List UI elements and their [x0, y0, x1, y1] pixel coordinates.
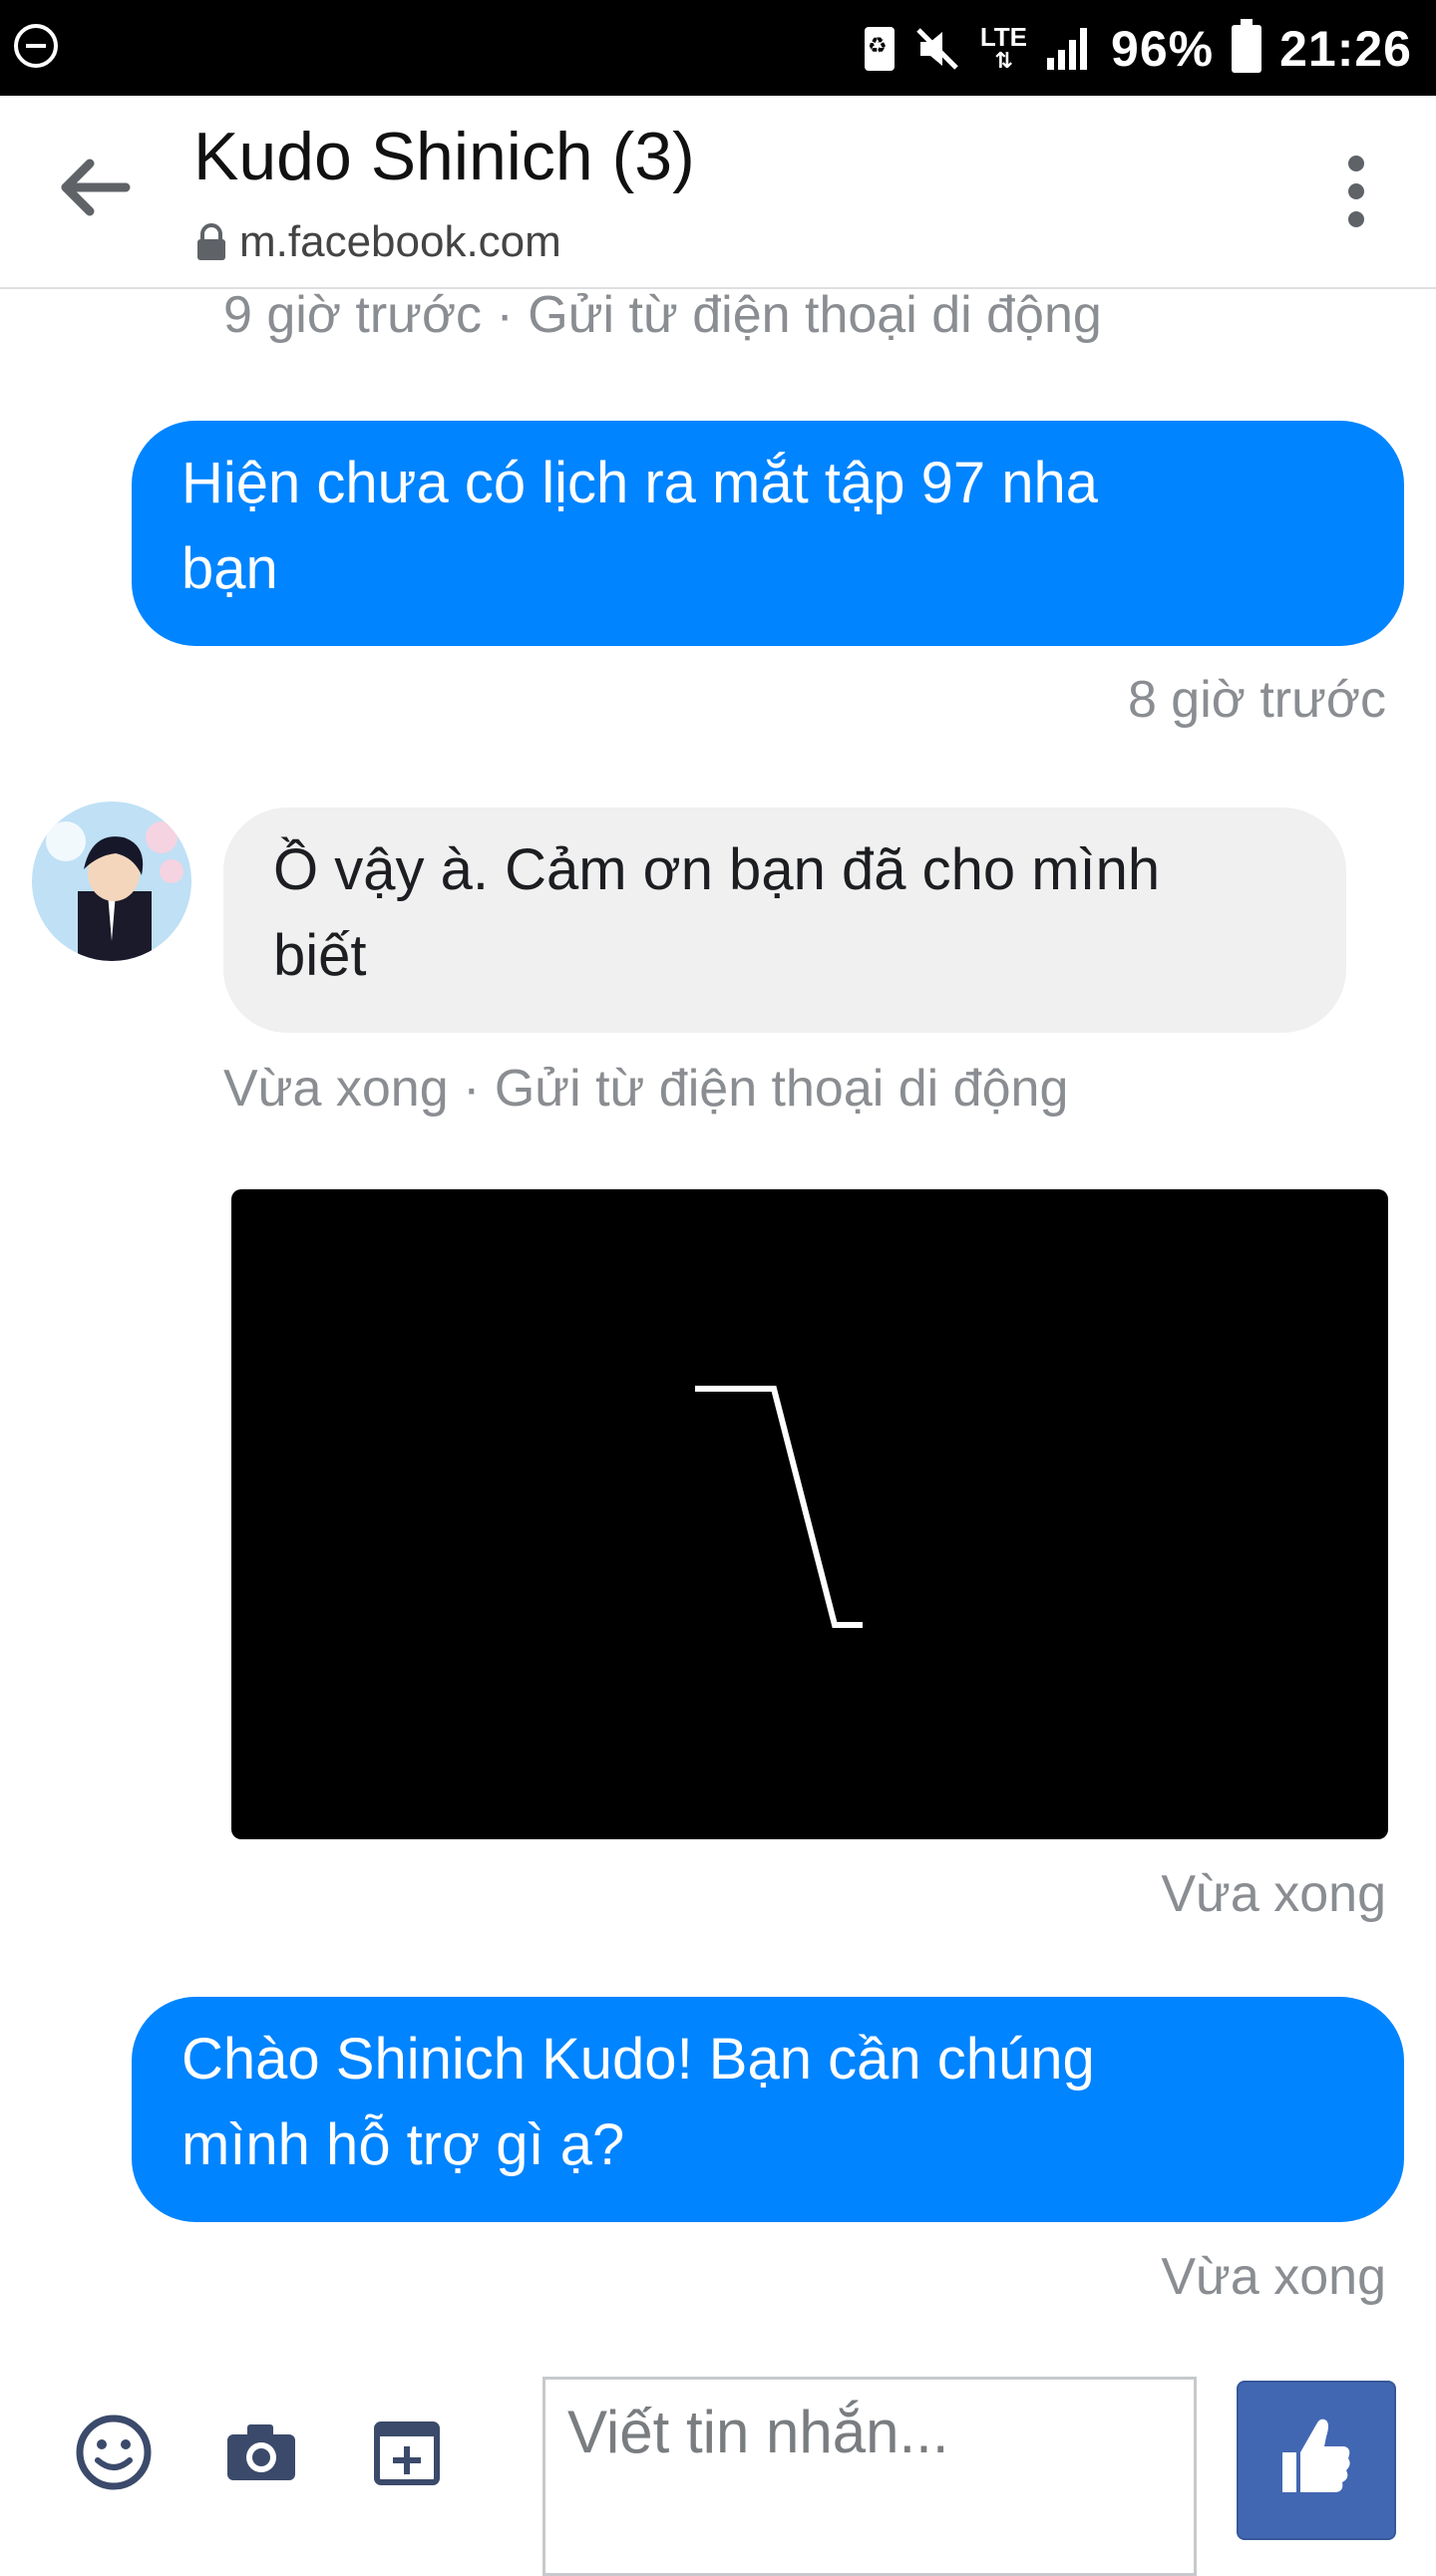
battery-saver-icon [864, 27, 895, 71]
do-not-disturb-icon [14, 24, 58, 68]
back-button[interactable] [56, 148, 136, 227]
chat-header: Kudo Shinich (3) m.facebook.com [0, 96, 1436, 289]
message-text-line: bạn [181, 536, 278, 601]
clock: 21:26 [1279, 21, 1412, 77]
dot-icon [1348, 156, 1364, 171]
media-attachment[interactable] [231, 1189, 1388, 1839]
message-time: 8 giờ trước [1127, 671, 1386, 729]
mute-icon [916, 28, 958, 70]
thumbs-up-icon [1282, 2418, 1350, 2492]
arrow-left-icon [61, 159, 131, 216]
url-text: m.facebook.com [239, 217, 561, 266]
outgoing-message[interactable]: Hiện chưa có lịch ra mắt tập 97 nha bạn [132, 421, 1404, 646]
lock-icon [197, 223, 225, 260]
battery-icon [1232, 19, 1262, 73]
emoji-button[interactable] [74, 2413, 154, 2492]
message-text-line: Hiện chưa có lịch ra mắt tập 97 nha [181, 451, 1098, 515]
avatar-image [32, 802, 191, 961]
message-text-line: biết [273, 923, 367, 988]
dot-icon [1348, 211, 1364, 227]
incoming-message[interactable]: Ồ vậy à. Cảm ơn bạn đã cho mình biết [223, 807, 1346, 1033]
message-time: Vừa xong [1161, 2248, 1386, 2306]
signal-icon [1047, 28, 1088, 70]
attachment-button[interactable] [367, 2413, 447, 2492]
message-meta: Vừa xong · Gửi từ điện thoại di động [223, 1060, 1069, 1118]
message-text-line: Chào Shinich Kudo! Bạn cần chúng [181, 2027, 1095, 2092]
dot-icon [1348, 183, 1364, 199]
url-bar: m.facebook.com [195, 217, 561, 267]
message-text-line: mình hỗ trợ gì ạ? [181, 2112, 625, 2177]
smiley-icon [76, 2415, 152, 2490]
message-meta: 9 giờ trước · Gửi từ điện thoại di động [223, 286, 1102, 344]
message-text-line: Ồ vậy à. Cảm ơn bạn đã cho mình [273, 837, 1161, 902]
status-icons: LTE ⇅ 96% 21:26 [864, 14, 1412, 84]
page-title: Kudo Shinich (3) [193, 119, 695, 194]
more-options-button[interactable] [1336, 156, 1376, 235]
battery-percent: 96% [1111, 21, 1215, 77]
lte-indicator: LTE ⇅ [979, 22, 1028, 73]
message-time: Vừa xong [1161, 1865, 1386, 1923]
loading-spinner-icon [695, 1386, 863, 1628]
outgoing-message[interactable]: Chào Shinich Kudo! Bạn cần chúng mình hỗ… [132, 1997, 1404, 2222]
add-file-icon [374, 2421, 440, 2485]
message-input[interactable]: Viết tin nhắn... [542, 2377, 1197, 2576]
camera-button[interactable] [221, 2413, 301, 2492]
status-bar: LTE ⇅ 96% 21:26 [0, 0, 1436, 96]
avatar[interactable] [32, 802, 191, 961]
like-button[interactable] [1237, 2381, 1396, 2540]
camera-icon [227, 2424, 295, 2480]
